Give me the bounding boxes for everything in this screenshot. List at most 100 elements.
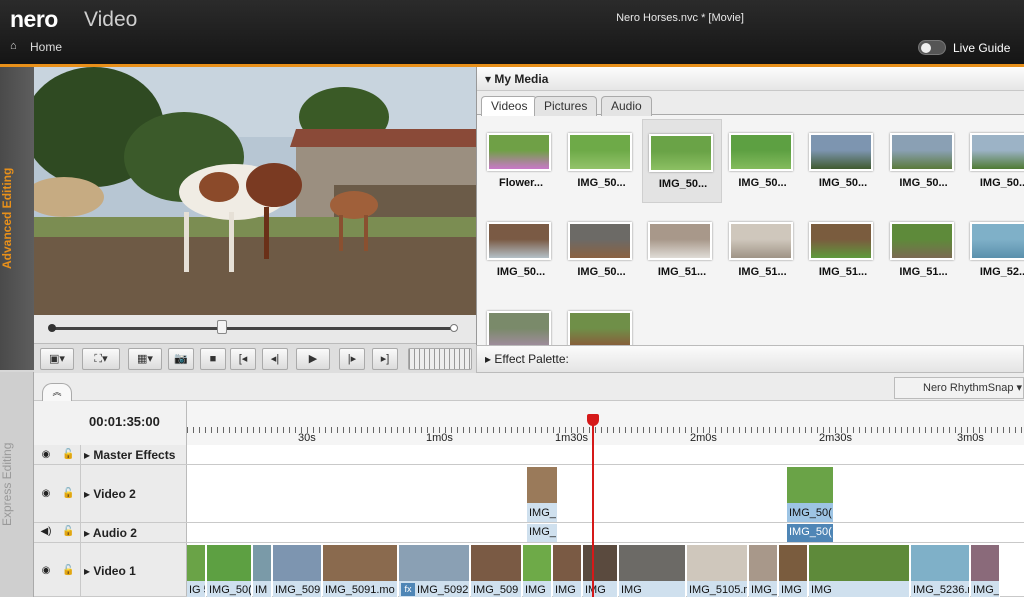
my-media-header[interactable]: ▾ My Media [477, 67, 1024, 91]
media-thumbnail[interactable]: IMG_50... [481, 208, 561, 292]
audio-clip[interactable]: IMG_50( [787, 524, 833, 542]
timeline-clip[interactable]: IMG [553, 545, 582, 597]
layout-button[interactable]: ▦▾ [128, 348, 162, 370]
visibility-icon[interactable]: ◉ [40, 449, 52, 460]
fit-view-button[interactable]: ⛶▾ [82, 348, 120, 370]
timeline-clip[interactable]: IMG_5236.mov [911, 545, 970, 597]
collapse-panel-button[interactable]: ︽ [42, 383, 72, 401]
timeline-clip[interactable]: IM [253, 545, 272, 597]
playhead-line[interactable] [592, 415, 594, 597]
timeline-clip[interactable]: IMG [583, 545, 618, 597]
scrubber-thumb[interactable] [216, 320, 227, 334]
track-video-2[interactable]: ◉ 🔓 ▸ Video 2 IMG_ IMG_50( [34, 465, 1024, 523]
track-video-1[interactable]: ◉ 🔓 ▸ Video 1 IG 5 IMG_50(IM IMG_509 IMG_50… [34, 543, 1024, 597]
tab-videos[interactable]: Videos [481, 96, 538, 116]
timeline-clip[interactable]: IMG_50( [207, 545, 252, 597]
clip-label: IG 5 [189, 584, 205, 596]
timeline-clip[interactable]: IMG_50( [787, 467, 833, 522]
media-thumbnail[interactable]: IMG_50... [562, 208, 642, 292]
media-thumbnail[interactable]: IMG_50... [562, 119, 642, 203]
stop-button[interactable]: ■ [200, 348, 226, 370]
track-name: ▸ Video 1 [84, 564, 136, 578]
media-thumbnail[interactable]: IMG_50... [884, 119, 964, 203]
effect-palette-header[interactable]: ▸ Effect Palette: [476, 345, 1024, 373]
timeline-clip[interactable]: IMG [523, 545, 552, 597]
track-audio-2[interactable]: ◀) 🔓 ▸ Audio 2 IMG_ IMG_50( [34, 523, 1024, 543]
timeline-clip[interactable]: IMG_509 [273, 545, 322, 597]
volume-slider[interactable] [408, 348, 472, 370]
lock-icon[interactable]: 🔓 [62, 526, 74, 537]
lock-icon[interactable]: 🔓 [62, 488, 74, 499]
media-thumbnail[interactable]: IMG_51... [642, 208, 722, 292]
live-guide-label[interactable]: Live Guide [953, 41, 1010, 55]
timeline-clip[interactable]: IMG_5105.mo [687, 545, 748, 597]
playhead-handle[interactable] [587, 414, 599, 426]
tab-advanced-editing[interactable]: Advanced Editing [0, 67, 34, 370]
home-icon[interactable]: ⌂ [10, 40, 17, 52]
timeline-clip[interactable]: IMG_5106 [749, 545, 778, 597]
goto-start-button[interactable]: [◂ [230, 348, 256, 370]
track-name: ▸ Master Effects [84, 448, 176, 462]
thumbnail-label: IMG_51... [657, 266, 707, 278]
next-frame-button[interactable]: |▸ [339, 348, 365, 370]
track-name: ▸ Video 2 [84, 487, 136, 501]
collapse-triangle-icon: ▾ [485, 72, 492, 86]
video-preview[interactable] [34, 67, 476, 315]
media-thumbnail[interactable]: IMG_52... [964, 208, 1024, 292]
prev-frame-button[interactable]: ◂| [262, 348, 288, 370]
media-thumbnail[interactable]: IMG_51... [803, 208, 883, 292]
clip-label: IMG [585, 584, 606, 596]
lock-icon[interactable]: 🔓 [62, 565, 74, 576]
speaker-icon[interactable]: ◀) [40, 526, 52, 537]
tab-express-editing[interactable]: Express Editing [0, 372, 34, 597]
preview-scrubber[interactable] [34, 315, 476, 343]
timeline-clip[interactable]: IMG [809, 545, 910, 597]
timeline-clip[interactable]: IMG [619, 545, 686, 597]
media-thumbnail[interactable]: Flower... [481, 119, 561, 203]
ruler-tick-label: 30s [298, 432, 316, 444]
tab-advanced-editing-label: Advanced Editing [0, 167, 14, 270]
snapshot-button[interactable]: 📷 [168, 348, 194, 370]
clip-label: IMG_5105.mo [689, 584, 747, 596]
media-thumbnail[interactable]: IMG_50... [803, 119, 883, 203]
timeline-clip[interactable]: fx IMG_5092 [399, 545, 470, 597]
media-thumbnail[interactable]: IMG_51... [723, 208, 803, 292]
play-button[interactable]: ▶ [296, 348, 330, 370]
clip-thumbnail [619, 545, 685, 581]
media-thumbnail[interactable]: IMG_50... [964, 119, 1024, 203]
scrubber-track[interactable] [52, 327, 456, 330]
lock-icon[interactable]: 🔓 [62, 449, 74, 460]
my-media-panel: ▾ My Media Videos Pictures Audio Flower.… [476, 67, 1024, 349]
divider [80, 445, 81, 464]
goto-end-button[interactable]: ▸] [372, 348, 398, 370]
timeline-clip[interactable]: IMG [779, 545, 808, 597]
clip-thumbnail [471, 545, 521, 581]
visibility-icon[interactable]: ◉ [40, 565, 52, 576]
scrubber-end-marker [450, 324, 458, 332]
rhythmsnap-dropdown[interactable]: Nero RhythmSnap ▾ [894, 377, 1024, 399]
clip-label: IMG_50( [789, 526, 832, 538]
timeline-clip[interactable]: IMG_ [527, 467, 557, 522]
thumbnail-label: IMG_50... [738, 177, 787, 189]
timeline-ruler[interactable]: 30s 1m0s 1m30s 2m0s 2m30s 3m0s [187, 401, 1024, 445]
tab-audio[interactable]: Audio [601, 96, 652, 116]
thumbnail-image [728, 133, 793, 171]
media-thumbnail[interactable]: IMG_50... [642, 119, 722, 203]
tab-pictures[interactable]: Pictures [534, 96, 598, 116]
track-master-effects[interactable]: ◉ 🔓 ▸ Master Effects [34, 445, 1024, 465]
effect-badge-icon[interactable]: fx [401, 583, 415, 596]
preview-controls: ▣▾ ⛶▾ ▦▾ 📷 ■ [◂ ◂| ▶ |▸ ▸] [34, 343, 476, 373]
timeline-clip[interactable]: IG 5 [187, 545, 206, 597]
timeline-clip[interactable]: IMG_5291. [971, 545, 1000, 597]
timeline-clip[interactable]: IMG_5091.mo [323, 545, 398, 597]
home-link[interactable]: Home [30, 40, 62, 54]
live-guide-toggle[interactable] [918, 40, 946, 55]
media-thumbnail[interactable]: IMG_50... [723, 119, 803, 203]
display-mode-button[interactable]: ▣▾ [40, 348, 74, 370]
thumbnail-image [970, 133, 1024, 171]
audio-clip[interactable]: IMG_ [527, 524, 557, 542]
thumbnail-image [487, 311, 551, 349]
media-thumbnail[interactable]: IMG_51... [884, 208, 964, 292]
timeline-clip[interactable]: IMG_509 [471, 545, 522, 597]
visibility-icon[interactable]: ◉ [40, 488, 52, 499]
